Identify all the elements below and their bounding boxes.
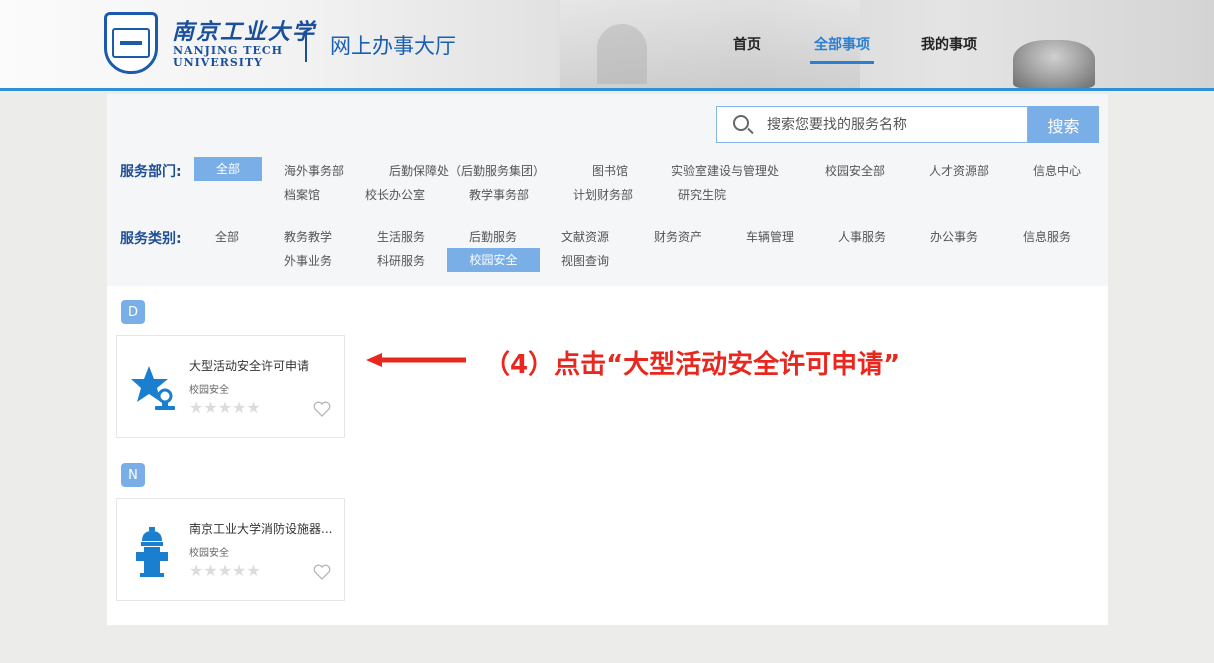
favorite-heart-icon[interactable] <box>313 563 331 581</box>
category-chip[interactable]: 教务教学 <box>284 228 332 245</box>
department-chip[interactable]: 人才资源部 <box>929 162 989 179</box>
category-chip[interactable]: 全部 <box>215 228 239 245</box>
department-chip[interactable]: 图书馆 <box>592 162 628 179</box>
department-chip[interactable]: 海外事务部 <box>284 162 344 179</box>
annotation-instruction: （4）点击“大型活动安全许可申请” <box>484 350 901 380</box>
department-chip[interactable]: 后勤保障处（后勤服务集团） <box>389 162 545 179</box>
department-filter-label: 服务部门: <box>120 164 182 180</box>
department-chip[interactable]: 校园安全部 <box>825 162 885 179</box>
nav-home[interactable]: 首页 <box>733 34 761 54</box>
logo-divider <box>305 32 307 62</box>
rating-stars[interactable]: ★★★★★ <box>189 398 261 417</box>
category-chip-campus-safety[interactable]: 校园安全 <box>447 248 540 272</box>
star-stamp-icon <box>131 366 175 410</box>
category-chip[interactable]: 外事业务 <box>284 252 332 269</box>
favorite-heart-icon[interactable] <box>313 400 331 418</box>
department-chip[interactable]: 教学事务部 <box>469 186 529 203</box>
department-chip[interactable]: 计划财务部 <box>573 186 633 203</box>
category-filter-label: 服务类别: <box>120 231 182 247</box>
logo-english-name: NANJING TECH UNIVERSITY <box>173 44 283 69</box>
service-card-large-event-permit[interactable]: 大型活动安全许可申请 校园安全 ★★★★★ <box>116 335 345 438</box>
search-button[interactable]: 搜索 <box>1028 106 1099 143</box>
annotation-arrow-icon <box>366 353 466 367</box>
department-chip[interactable]: 信息中心 <box>1033 162 1081 179</box>
rating-stars[interactable]: ★★★★★ <box>189 561 261 580</box>
search-icon <box>733 115 749 131</box>
category-chip[interactable]: 文献资源 <box>561 228 609 245</box>
header-background-dome <box>597 24 647 84</box>
letter-group-badge: N <box>121 463 145 487</box>
category-chip[interactable]: 生活服务 <box>377 228 425 245</box>
search-box <box>716 106 1028 143</box>
category-chip[interactable]: 视图查询 <box>561 252 609 269</box>
department-chip[interactable]: 校长办公室 <box>365 186 425 203</box>
category-chip[interactable]: 后勤服务 <box>469 228 517 245</box>
service-title: 大型活动安全许可申请 <box>189 359 310 373</box>
nav-all-items[interactable]: 全部事项 <box>814 34 870 54</box>
category-chip[interactable]: 办公事务 <box>930 228 978 245</box>
header-decorative-cauldron <box>1013 40 1095 88</box>
category-chip[interactable]: 财务资产 <box>654 228 702 245</box>
category-chip[interactable]: 科研服务 <box>377 252 425 269</box>
category-chip[interactable]: 人事服务 <box>838 228 886 245</box>
service-category: 校园安全 <box>189 385 229 396</box>
service-category: 校园安全 <box>189 548 229 559</box>
search-input[interactable] <box>767 107 1017 142</box>
nav-active-underline <box>810 61 874 64</box>
site-title: 网上办事大厅 <box>330 34 456 58</box>
category-chip[interactable]: 信息服务 <box>1023 228 1071 245</box>
letter-group-badge: D <box>121 300 145 324</box>
department-chip[interactable]: 档案馆 <box>284 186 320 203</box>
university-seal-icon[interactable] <box>104 12 158 74</box>
nav-my-items[interactable]: 我的事项 <box>921 34 977 54</box>
service-card-fire-facilities[interactable]: 南京工业大学消防设施器... 校园安全 ★★★★★ <box>116 498 345 601</box>
logo-chinese-name: 南京工业大学 <box>172 19 317 45</box>
department-chip[interactable]: 实验室建设与管理处 <box>671 162 779 179</box>
department-chip[interactable]: 研究生院 <box>678 186 726 203</box>
fire-hydrant-icon <box>136 527 168 577</box>
service-title: 南京工业大学消防设施器... <box>189 522 333 536</box>
category-chip[interactable]: 车辆管理 <box>746 228 794 245</box>
department-chip-all[interactable]: 全部 <box>194 157 262 181</box>
